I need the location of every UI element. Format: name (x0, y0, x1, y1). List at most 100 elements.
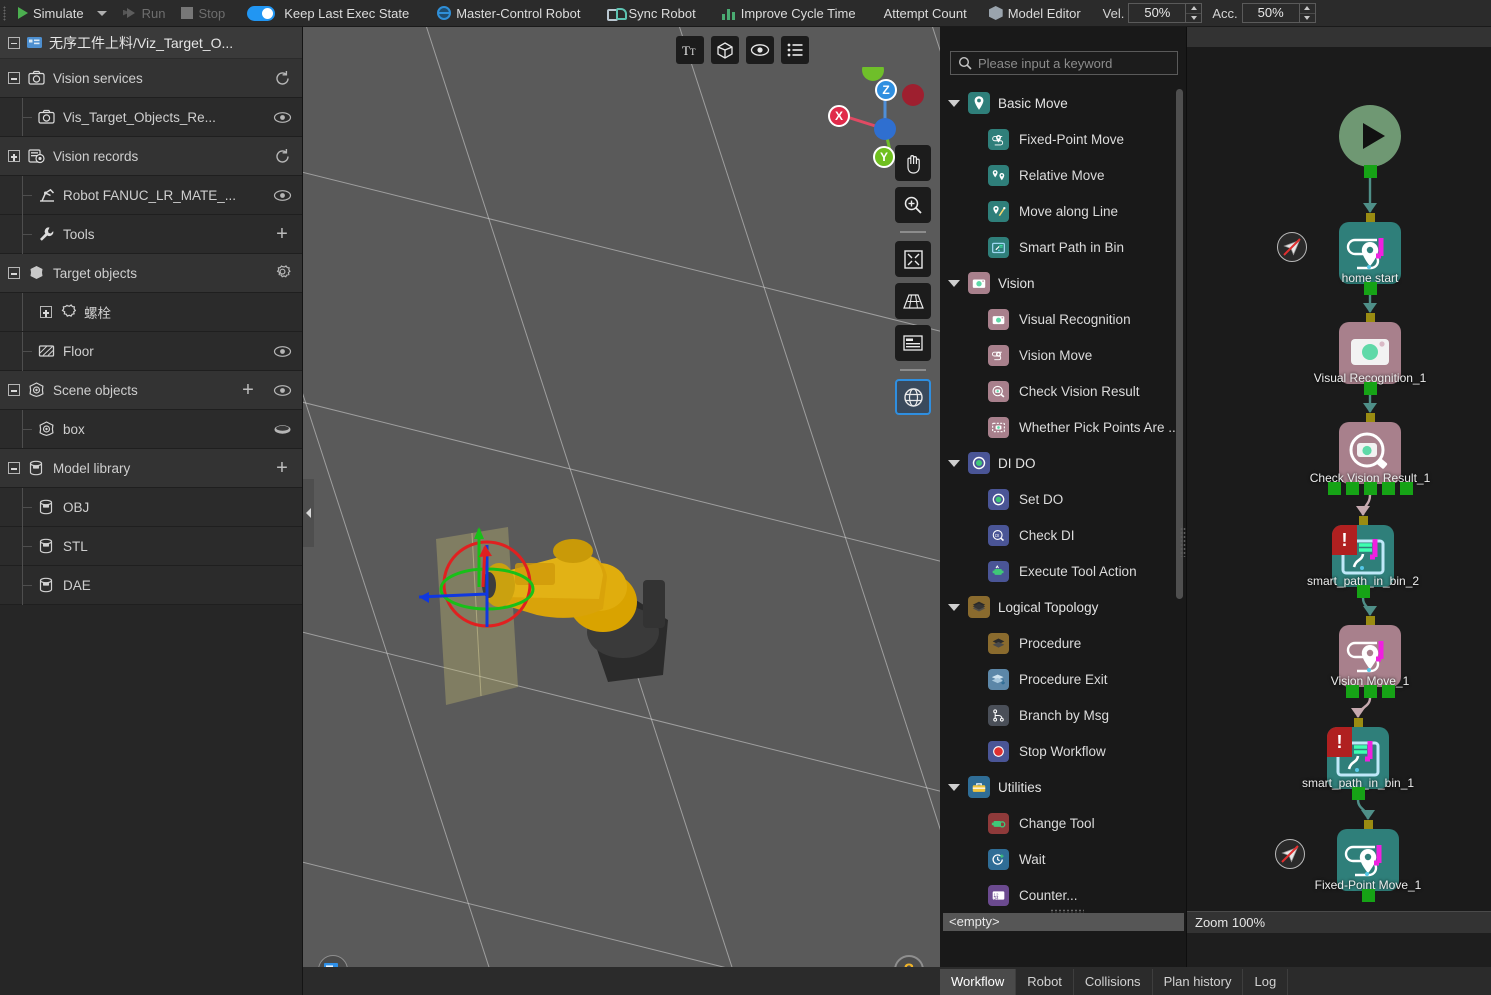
tab-log[interactable]: Log (1243, 969, 1289, 995)
library-group-di-do[interactable]: DI DO (940, 445, 1187, 481)
velocity-down[interactable] (1186, 14, 1201, 23)
floor-grid-icon[interactable] (895, 283, 931, 319)
tree-row[interactable]: Vision services (0, 59, 302, 98)
add-button[interactable]: + (238, 380, 258, 400)
node-input-port[interactable] (1364, 820, 1373, 829)
acceleration-down[interactable] (1300, 14, 1315, 23)
library-scrollbar[interactable] (1176, 89, 1183, 599)
toolbar-grip[interactable] (0, 0, 10, 27)
graph-node-body[interactable]: home start (1339, 222, 1401, 285)
graph-node-check_vision_result_1[interactable]: Check Vision Result_1 (1310, 413, 1430, 495)
tree-expander[interactable] (8, 462, 20, 474)
no-execute-icon[interactable] (1277, 232, 1307, 262)
node-input-port[interactable] (1366, 313, 1375, 322)
library-item-move-along-line[interactable]: Move along Line (940, 193, 1187, 229)
graph-node-home_start[interactable]: home start (1277, 213, 1401, 295)
error-badge-icon[interactable]: ! (1332, 525, 1357, 555)
tree-row[interactable]: Robot FANUC_LR_MATE_... (0, 175, 302, 215)
eye-icon[interactable] (272, 380, 292, 400)
frame-axes-icon[interactable] (711, 36, 739, 64)
node-output-port[interactable] (1381, 685, 1395, 698)
tree-row[interactable]: Vision records (0, 137, 302, 176)
no-execute-icon[interactable] (1275, 839, 1305, 869)
library-item-check-vision-result[interactable]: Check Vision Result (940, 373, 1187, 409)
graph-node-start[interactable] (1339, 105, 1401, 178)
collapse-all-icon[interactable] (8, 36, 20, 49)
library-item-branch-by-msg[interactable]: Branch by Msg (940, 697, 1187, 733)
node-output-port[interactable] (1361, 889, 1375, 902)
library-item-procedure-exit[interactable]: Procedure Exit (940, 661, 1187, 697)
gizmo-axis-x[interactable]: X (828, 105, 850, 127)
node-output-port[interactable] (1351, 787, 1365, 800)
library-item-change-tool[interactable]: Change Tool (940, 805, 1187, 841)
chevron-down-icon[interactable] (96, 10, 107, 16)
list-icon[interactable] (781, 36, 809, 64)
library-vertical-grip[interactable] (1180, 527, 1186, 557)
tab-robot[interactable]: Robot (1016, 969, 1074, 995)
node-input-port[interactable] (1354, 718, 1363, 727)
panel-collapse-handle[interactable] (303, 479, 314, 547)
tree-row[interactable]: Vis_Target_Objects_Re... (0, 97, 302, 137)
tree-expander[interactable] (8, 267, 20, 279)
tree-expander[interactable] (40, 306, 52, 318)
library-item-stop-workflow[interactable]: Stop Workflow (940, 733, 1187, 769)
library-item-set-do[interactable]: Set DO (940, 481, 1187, 517)
tree-row[interactable]: 螺栓 (0, 293, 302, 332)
zoom-magnifier-icon[interactable] (895, 187, 931, 223)
library-item-whether-pick-points-are[interactable]: Whether Pick Points Are ... (940, 409, 1187, 445)
master-control-robot-button[interactable]: Master-Control Robot (417, 0, 588, 27)
node-output-port[interactable] (1381, 482, 1395, 495)
node-output-port[interactable] (1363, 482, 1377, 495)
gear-icon[interactable] (272, 263, 292, 283)
library-item-execute-tool-action[interactable]: Execute Tool Action (940, 553, 1187, 589)
node-output-port[interactable] (1364, 165, 1377, 178)
chevron-down-icon[interactable] (948, 279, 960, 287)
tree-expander[interactable] (8, 72, 20, 84)
tree-row[interactable]: Target objects (0, 254, 302, 293)
node-output-port[interactable] (1363, 282, 1377, 295)
velocity-value[interactable]: 50% (1129, 4, 1185, 22)
eye-closed-icon[interactable] (272, 419, 292, 439)
globe-view-icon[interactable] (895, 379, 931, 415)
acceleration-up[interactable] (1299, 4, 1315, 14)
tree-row[interactable]: box (0, 409, 302, 449)
library-group-utilities[interactable]: Utilities (940, 769, 1187, 805)
library-group-vision[interactable]: Vision (940, 265, 1187, 301)
tree-row[interactable]: Floor (0, 331, 302, 371)
graph-node-body[interactable]: Check Vision Result_1 (1310, 422, 1430, 485)
node-output-port[interactable] (1363, 685, 1377, 698)
simulate-button[interactable]: Simulate (10, 0, 115, 27)
chevron-down-icon[interactable] (948, 459, 960, 467)
library-item-check-di[interactable]: DI Check DI (940, 517, 1187, 553)
tab-plan-history[interactable]: Plan history (1152, 969, 1244, 995)
acceleration-spinner-buttons[interactable] (1298, 4, 1315, 23)
keep-last-exec-state-toggle[interactable]: Keep Last Exec State (233, 0, 417, 27)
chevron-down-icon[interactable] (948, 99, 960, 107)
improve-cycle-time-button[interactable]: Improve Cycle Time (704, 0, 864, 27)
workflow-library-list[interactable]: Basic Move Fixed-Point Move Relative Move M… (940, 85, 1187, 911)
tree-row[interactable]: Scene objects + (0, 371, 302, 410)
library-item-wait[interactable]: Wait (940, 841, 1187, 877)
pan-hand-icon[interactable] (895, 145, 931, 181)
eye-icon[interactable] (272, 107, 292, 127)
add-button[interactable]: + (272, 224, 292, 244)
graph-node-smart_path_in_bin_1[interactable]: ! smart_path_in_bin_1 (1302, 718, 1414, 800)
eye-icon[interactable] (746, 36, 774, 64)
graph-node-body[interactable]: Vision Move_1 (1331, 625, 1409, 688)
add-button[interactable]: + (272, 458, 292, 478)
library-item-fixed-point-move[interactable]: Fixed-Point Move (940, 121, 1187, 157)
graph-node-body[interactable]: Visual Recognition_1 (1314, 322, 1426, 385)
tab-workflow[interactable]: Workflow (940, 969, 1017, 995)
tree-row[interactable]: Model library + (0, 449, 302, 488)
node-output-port[interactable] (1345, 685, 1359, 698)
scene-tree-title[interactable]: 无序工件上料/Viz_Target_O... (0, 27, 302, 59)
viewport-3d[interactable]: TT Z X Y (303, 27, 940, 995)
error-badge-icon[interactable]: ! (1327, 727, 1352, 757)
node-output-port[interactable] (1327, 482, 1341, 495)
chevron-down-icon[interactable] (948, 783, 960, 791)
graph-node-smart_path_in_bin_2[interactable]: ! smart_path_in_bin_2 (1307, 516, 1419, 598)
library-item-vision-move[interactable]: Vision Move (940, 337, 1187, 373)
velocity-spinner-buttons[interactable] (1185, 4, 1202, 23)
library-group-basic-move[interactable]: Basic Move (940, 85, 1187, 121)
node-output-port[interactable] (1399, 482, 1413, 495)
